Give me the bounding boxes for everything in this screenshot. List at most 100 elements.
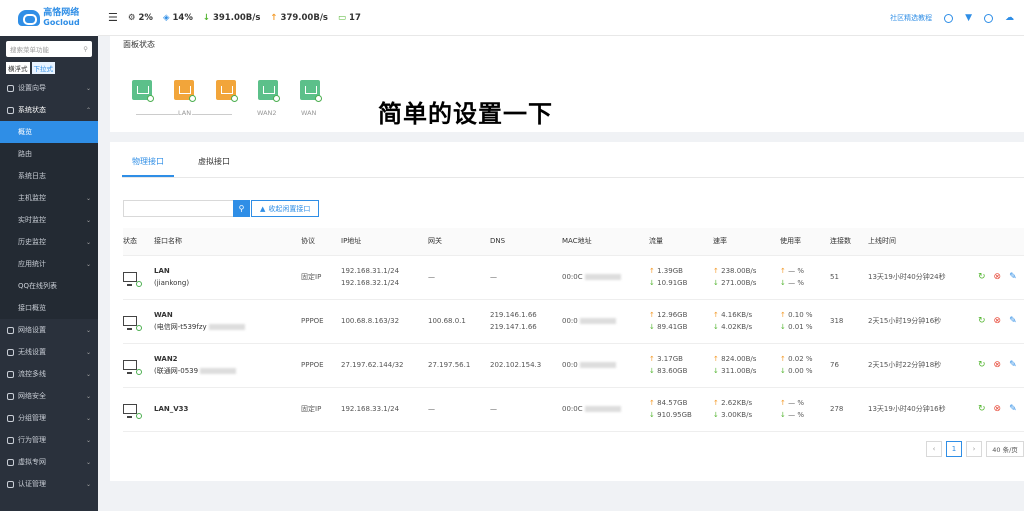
next-page-button[interactable]: › (966, 441, 982, 457)
table-row[interactable]: WAN2 (联通网-0539 PPPOE 27.197.62.144/32 27.19… (123, 343, 1024, 388)
interface-table: 状态 接口名称 协议 IP地址 网关 DNS MAC地址 流量 速率 使用率 连… (123, 228, 1024, 432)
port-icon[interactable] (258, 80, 280, 102)
ip-address-2: 192.168.32.1/24 (341, 279, 400, 287)
edit-icon[interactable]: ✎ (1009, 403, 1017, 415)
submenu-label: 路由 (18, 150, 32, 158)
up-arrow-icon: ↑ (713, 355, 719, 363)
pagination: ‹ 1 › 40 条/页 (926, 441, 1024, 457)
menu-vpn[interactable]: 虚拟专网 ⌄ (0, 451, 98, 473)
port-group-line (192, 114, 232, 115)
cloud-logo-icon (18, 10, 41, 26)
disconnect-icon[interactable]: ⊗ (994, 315, 1002, 327)
search-icon[interactable]: ⚲ (83, 45, 88, 53)
submenu-history-monitor[interactable]: 历史监控 ⌄ (0, 231, 98, 253)
submenu-system-log[interactable]: 系统日志 (0, 165, 98, 187)
search-button[interactable]: ⚲ (233, 200, 250, 217)
usage-down: 0.00 % (788, 367, 813, 375)
cloud-icon[interactable]: ☁ (1005, 13, 1014, 23)
submenu-label: 主机监控 (18, 194, 46, 202)
menu-setup-wizard[interactable]: 设置向导 ⌄ (0, 77, 98, 99)
disconnect-icon[interactable]: ⊗ (994, 359, 1002, 371)
menu-flow-control[interactable]: 流控多线 ⌄ (0, 363, 98, 385)
dns-primary: 219.146.1.66 (490, 311, 537, 319)
mode-dropdown-button[interactable]: 下拉式 (31, 62, 55, 74)
menu-auth-management[interactable]: 认证管理 ⌄ (0, 473, 98, 495)
menu-behavior-management[interactable]: 行为管理 ⌄ (0, 429, 98, 451)
up-arrow-icon: ↑ (780, 267, 786, 275)
connection-count: 76 (830, 343, 868, 388)
collapse-idle-button[interactable]: ▲ 收起闲置接口 (251, 200, 320, 217)
submenu-realtime-monitor[interactable]: 实时监控 ⌄ (0, 209, 98, 231)
rate-up: 824.00B/s (721, 355, 757, 363)
check-icon (273, 95, 280, 102)
interface-card: 物理接口 虚拟接口 ⚲ ▲ 收起闲置接口 状态 接口名称 协议 IP地址 网关 D… (110, 142, 1024, 481)
edit-icon[interactable]: ✎ (1009, 315, 1017, 327)
monitor-icon (123, 272, 142, 287)
protocol: 固定IP (301, 255, 341, 300)
up-arrow-icon: ↑ (780, 311, 786, 319)
menu-label: 分组管理 (18, 414, 46, 422)
submenu-overview[interactable]: 概览 (0, 121, 98, 143)
table-row[interactable]: LAN_V33 固定IP 192.168.33.1/24 — — 00:0C ↑ 84.5… (123, 387, 1024, 432)
disconnect-icon[interactable]: ⊗ (994, 271, 1002, 283)
submenu-app-stats[interactable]: 应用统计 ⌄ (0, 253, 98, 275)
submenu-host-monitor[interactable]: 主机监控 ⌄ (0, 187, 98, 209)
refresh-icon[interactable]: ↻ (978, 315, 986, 327)
menu-wireless[interactable]: 无线设置 ⌄ (0, 341, 98, 363)
shirt-icon[interactable]: ▼ (965, 13, 972, 23)
gateway: 27.197.56.1 (428, 343, 490, 388)
menu-search-input[interactable]: 搜索菜单功能 ⚲ (6, 41, 92, 57)
table-row[interactable]: LAN (jiankong) 固定IP 192.168.31.1/24 192.168.… (123, 255, 1024, 300)
table-header: 状态 接口名称 协议 IP地址 网关 DNS MAC地址 流量 速率 使用率 连… (123, 228, 1024, 256)
page-number[interactable]: 1 (946, 441, 962, 457)
menu-network-settings[interactable]: 网络设置 ⌄ (0, 319, 98, 341)
refresh-icon[interactable]: ↻ (978, 271, 986, 283)
disconnect-icon[interactable]: ⊗ (994, 403, 1002, 415)
chevron-up-icon: ⌃ (85, 106, 91, 114)
submenu-interface-overview[interactable]: 接口概览 (0, 297, 98, 319)
port-icon[interactable] (216, 80, 238, 102)
online-time: 2天15小时22分钟18秒 (868, 343, 978, 388)
menu-group-management[interactable]: 分组管理 ⌄ (0, 407, 98, 429)
port-icon[interactable] (300, 80, 322, 102)
network-icon (7, 326, 14, 334)
up-arrow-icon: ↑ (780, 399, 786, 407)
redacted-mask (208, 324, 245, 330)
brand-logo[interactable]: 高恪网络 Gocloud (0, 0, 98, 36)
col-rate: 速率 (713, 228, 780, 256)
interface-search-input[interactable] (123, 200, 233, 217)
device-count: 17 (349, 12, 361, 23)
port-icon[interactable] (174, 80, 196, 102)
table-row[interactable]: WAN (电信网-t539fzy PPPOE 100.68.8.163/32 100.… (123, 299, 1024, 344)
status-icon (7, 106, 14, 114)
chevron-down-icon: ⌄ (85, 216, 91, 224)
col-traffic: 流量 (649, 228, 713, 256)
prev-page-button[interactable]: ‹ (926, 441, 942, 457)
submenu-label: 接口概览 (18, 304, 46, 312)
submenu-routing[interactable]: 路由 (0, 143, 98, 165)
menu-system-status[interactable]: 系统状态 ⌃ (0, 99, 98, 121)
traffic-up: 84.57GB (657, 399, 688, 407)
menu-network-security[interactable]: 网络安全 ⌄ (0, 385, 98, 407)
submenu-qq-online[interactable]: QQ在线列表 (0, 275, 98, 297)
menu-toggle-icon[interactable]: ☰ (108, 11, 118, 24)
redacted-mask (584, 406, 621, 412)
edit-icon[interactable]: ✎ (1009, 359, 1017, 371)
online-time: 13天19小时40分钟16秒 (868, 387, 978, 432)
tab-virtual-interface[interactable]: 虚拟接口 (188, 148, 240, 177)
down-arrow-icon: ↓ (649, 323, 655, 331)
tab-physical-interface[interactable]: 物理接口 (122, 148, 174, 177)
mode-float-button[interactable]: 横浮式 (6, 62, 30, 74)
edit-icon[interactable]: ✎ (1009, 271, 1017, 283)
globe-icon[interactable] (984, 13, 993, 23)
port-icon[interactable] (132, 80, 154, 102)
menu-label: 网络设置 (18, 326, 46, 334)
col-ip: IP地址 (341, 228, 428, 256)
community-tutorial-link[interactable]: 社区精选教程 (890, 13, 932, 23)
refresh-icon[interactable]: ↻ (978, 359, 986, 371)
refresh-icon[interactable]: ↻ (978, 403, 986, 415)
usage-down: — % (788, 279, 804, 287)
info-icon[interactable] (944, 13, 954, 23)
connection-count: 51 (830, 255, 868, 300)
page-size-select[interactable]: 40 条/页 (986, 441, 1024, 457)
